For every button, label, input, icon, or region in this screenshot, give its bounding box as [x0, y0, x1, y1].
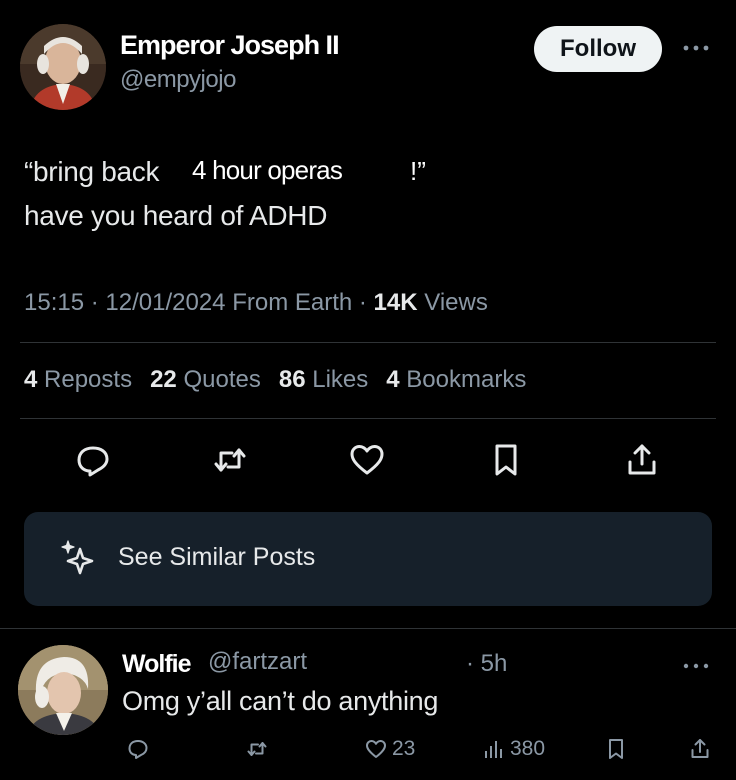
repost-icon[interactable] — [210, 440, 250, 480]
post-meta: 15:15 · 12/01/2024 From Earth · 14K View… — [24, 289, 488, 316]
reply-icon[interactable] — [73, 440, 113, 480]
author-handle[interactable]: @empyjojo — [120, 66, 236, 94]
engagement-stats: 4 Reposts 22 Quotes 86 Likes 4 Bookmarks — [24, 366, 526, 394]
post-date[interactable]: 12/01/2024 — [105, 289, 225, 316]
see-similar-posts-label: See Similar Posts — [118, 543, 316, 571]
reply-author-avatar[interactable] — [18, 645, 108, 735]
reposts-stat[interactable]: 4 Reposts — [24, 366, 132, 394]
reply-author-handle[interactable]: @fartzart — [208, 648, 307, 676]
reply-likes-count: 23 — [392, 737, 416, 760]
reply-portrait-image — [18, 645, 108, 735]
reply-reply-button[interactable] — [126, 735, 150, 763]
reply-author-name[interactable]: Wolfie — [122, 650, 192, 679]
quotes-stat[interactable]: 22 Quotes — [150, 366, 261, 394]
views-count: 14K — [373, 289, 418, 316]
like-icon — [366, 740, 386, 758]
reply-time[interactable]: · 5h — [466, 650, 507, 678]
more-icon[interactable] — [680, 38, 712, 58]
share-icon[interactable] — [622, 440, 662, 480]
share-icon — [691, 739, 709, 758]
reply-text: Omg y’all can’t do anything — [122, 686, 439, 716]
repost-icon — [247, 742, 267, 756]
views-icon — [485, 741, 502, 758]
reply-views-count: 380 — [510, 737, 546, 760]
sparkle-icon — [58, 537, 102, 581]
post-source: From Earth — [232, 289, 353, 316]
reply-views-button[interactable]: 380 — [482, 735, 545, 763]
post-text-line1-end: !” — [410, 156, 426, 186]
reply-like-button[interactable]: 23 — [364, 735, 415, 763]
views-label: Views — [424, 289, 488, 316]
divider — [0, 628, 736, 629]
reply-repost-button[interactable] — [245, 735, 269, 763]
likes-stat[interactable]: 86 Likes — [279, 366, 368, 394]
post-text-insert: 4 hour operas — [192, 155, 343, 185]
bookmarks-stat[interactable]: 4 Bookmarks — [386, 366, 526, 394]
author-avatar[interactable] — [20, 24, 106, 110]
reply-share-button[interactable] — [688, 735, 712, 763]
post-text-line2: have you heard of ADHD — [24, 200, 328, 231]
more-icon[interactable] — [680, 658, 712, 674]
like-icon[interactable] — [347, 440, 387, 480]
bookmark-icon[interactable] — [486, 440, 526, 480]
post-time[interactable]: 15:15 — [24, 289, 84, 316]
reply-icon — [128, 740, 148, 759]
reply-bookmark-button[interactable] — [604, 735, 628, 763]
divider — [20, 418, 716, 419]
author-name[interactable]: Emperor Joseph II — [120, 30, 340, 61]
author-portrait-image — [20, 24, 106, 110]
follow-button[interactable]: Follow — [534, 26, 662, 72]
divider — [20, 342, 716, 343]
bookmark-icon — [609, 739, 623, 759]
post-text-line1-start: “bring back — [24, 156, 160, 187]
